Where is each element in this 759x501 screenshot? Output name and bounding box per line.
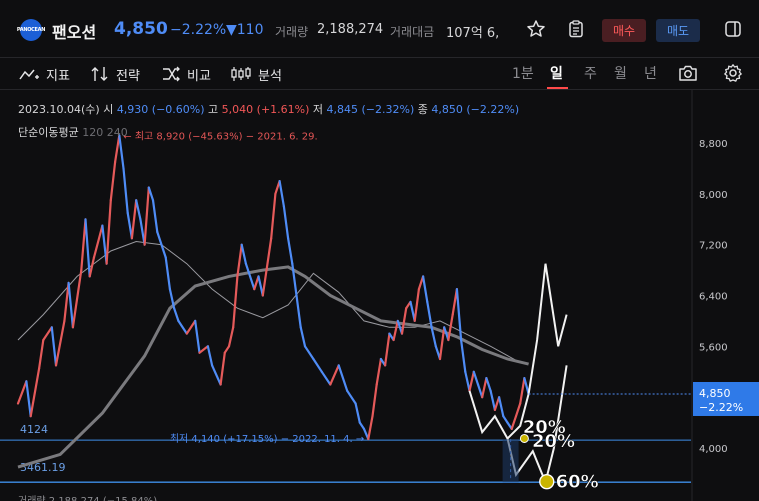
sell-button[interactable]: 매도 [656,19,700,42]
price-chart[interactable]: 8,8008,0007,2006,4005,6004,00041243461.1… [0,90,759,501]
period-day[interactable]: 일 [550,63,563,83]
star-icon[interactable] [524,17,548,41]
compare-button[interactable]: 비교 [161,64,211,84]
current-price: 4,850 [114,19,168,39]
level-label-4124: 4124 [20,423,48,436]
label-20-percent-2: 20% [532,431,575,452]
indicator-label: 지표 [46,68,70,84]
open-label: 시 [103,103,114,116]
price-axis-tick: 6,400 [699,292,728,303]
close-label: 종 [417,103,428,116]
analysis-button[interactable]: 분석 [230,64,282,84]
ma-period-120: 120 [82,126,104,139]
change-percent: −2.22% [170,22,227,38]
logo-text: PANOCEAN [16,27,46,33]
indicator-button[interactable]: 지표 [18,64,70,84]
period-year[interactable]: 년 [644,63,657,83]
change-amount: ▼110 [226,22,264,38]
low-label: 저 [312,103,324,116]
panel-icon[interactable] [721,17,745,41]
open-value: 4,930 (−0.60%) [116,103,205,116]
amount-label: 거래대금 [390,25,435,39]
clipboard-icon[interactable] [564,17,588,41]
chart-background [0,90,759,501]
period-month[interactable]: 월 [614,63,627,83]
compare-label: 비교 [187,68,211,84]
candle-icon [231,67,251,81]
ma-period-240: 240 [106,126,128,139]
compare-icon [163,66,180,82]
label-60-percent: 60% [556,472,599,493]
company-logo: PANOCEAN [16,19,46,41]
measure-range [502,439,519,483]
ma-label: 단순이동평균 [18,126,79,139]
min-price-annotation: 최저 4,140 (+17.15%) − 2022. 11. 4. → [170,433,364,445]
stock-name: 팬오션 [52,23,97,42]
period-minute[interactable]: 1분 [512,63,534,83]
analysis-label: 분석 [258,68,282,84]
max-price-annotation: ← 최고 8,920 (−45.63%) − 2021. 6. 29. [123,130,317,142]
amount-value: 107억 6, [446,26,498,41]
buy-button[interactable]: 매수 [602,19,646,42]
strategy-button[interactable]: 전략 [90,64,140,84]
indicator-icon [19,69,39,80]
high-value: 5,040 (+1.61%) [221,103,310,116]
chart-toolbar: 지표 전략 비교 분석 1분 일 주 월 년 [0,58,759,90]
target-marker [539,473,555,490]
stock-header: PANOCEAN 팬오션 4,850 −2.22% ▼110 거래량 2,188… [0,0,759,58]
low-value: 4,845 (−2.32%) [326,103,415,116]
ohlc-date: 2023.10.04(수) [18,103,100,116]
current-price-tag-value: 4,850 [699,387,731,400]
period-week[interactable]: 주 [584,63,597,83]
strategy-icon [91,67,108,81]
volume-pane-label: 거래량 2,188,274 (−15.84%) [18,492,157,501]
ohlc-info: 2023.10.04(수) 시 4,930 (−0.60%) 고 5,040 (… [18,101,519,117]
price-axis-tick: 8,800 [699,139,728,150]
volume-label: 거래량 [275,25,309,39]
high-label: 고 [208,103,219,116]
volume-value: 2,188,274 [317,22,384,37]
price-axis-tick: 7,200 [699,241,728,252]
price-axis-tick: 4,000 [699,444,728,455]
camera-icon[interactable] [676,61,700,85]
close-value: 4,850 (−2.22%) [431,103,520,116]
current-price-tag-change: −2.22% [699,401,743,414]
active-period-indicator [547,87,568,89]
ma-info[interactable]: 단순이동평균 120 240 [18,124,128,140]
price-axis-tick: 5,600 [699,342,728,353]
settings-icon[interactable] [721,61,745,85]
strategy-label: 전략 [116,68,140,84]
price-axis-tick: 8,000 [699,190,728,201]
